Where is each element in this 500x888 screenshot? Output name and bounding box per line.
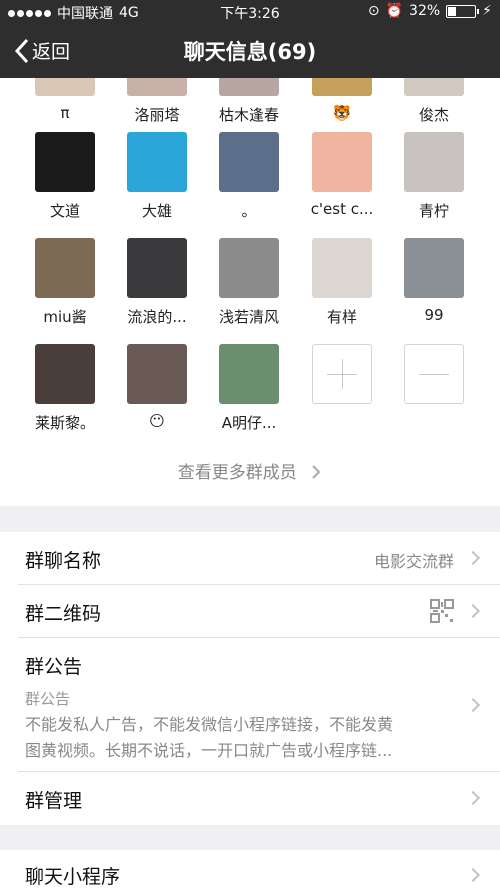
member-item[interactable]: 。 bbox=[203, 132, 295, 221]
member-item[interactable]: 流浪的... bbox=[111, 238, 203, 327]
minus-icon bbox=[404, 344, 464, 404]
chevron-right-icon bbox=[465, 790, 481, 806]
member-name: A明仔... bbox=[221, 414, 277, 432]
group-notice-label: 群公告 bbox=[25, 656, 83, 678]
avatar bbox=[312, 78, 372, 96]
avatar bbox=[35, 132, 95, 192]
group-qr-row[interactable]: 群二维码 bbox=[18, 585, 500, 638]
member-item[interactable]: 😶 bbox=[111, 344, 203, 430]
group-name-row[interactable]: 群聊名称 电影交流群 bbox=[18, 532, 500, 585]
member-name: 洛丽塔 bbox=[134, 106, 180, 124]
battery-fill bbox=[448, 6, 457, 16]
view-more-members-link[interactable]: 查看更多群成员 bbox=[0, 458, 500, 483]
avatar bbox=[312, 132, 372, 192]
member-item[interactable]: 大雄 bbox=[111, 132, 203, 221]
avatar bbox=[219, 238, 279, 298]
member-name: 😶 bbox=[149, 412, 165, 430]
member-name: 🐯 bbox=[332, 104, 352, 122]
chevron-right-icon bbox=[465, 603, 481, 619]
group-settings-section: 群聊名称 电影交流群 群二维码 群公告 群公告 不能发私人广告，不能发微信小程序… bbox=[0, 532, 500, 825]
chevron-right-icon bbox=[465, 697, 481, 713]
group-notice-subtitle: 群公告 bbox=[25, 690, 71, 708]
rotation-lock-icon: ⊙ bbox=[367, 3, 380, 19]
chevron-right-icon bbox=[465, 867, 481, 883]
member-item[interactable]: 🐯 bbox=[296, 78, 388, 122]
member-name: 大雄 bbox=[141, 202, 172, 220]
member-name: c'est c... bbox=[310, 200, 374, 218]
group-notice-line: 不能发私人广告，不能发微信小程序链接，不能发黄 bbox=[25, 715, 394, 734]
member-name: 文道 bbox=[49, 202, 80, 220]
group-name-value: 电影交流群 bbox=[373, 552, 454, 571]
member-item[interactable]: miu酱 bbox=[19, 238, 111, 327]
member-item[interactable]: 枯木逢春 bbox=[203, 78, 295, 125]
charging-icon: ⚡ bbox=[482, 3, 492, 19]
member-item[interactable]: 莱斯黎。 bbox=[19, 344, 111, 433]
mini-program-section: 聊天小程序 bbox=[0, 850, 500, 888]
chevron-right-icon bbox=[465, 550, 481, 566]
member-item[interactable]: 俊杰 bbox=[388, 78, 480, 125]
group-manage-row[interactable]: 群管理 bbox=[18, 772, 500, 825]
alarm-icon: ⏰ bbox=[385, 3, 404, 19]
avatar bbox=[312, 238, 372, 298]
member-name: 有样 bbox=[326, 308, 357, 326]
battery-percent: 32% bbox=[409, 3, 441, 19]
avatar bbox=[404, 132, 464, 192]
status-bar: 中国联通 4G 下午3:26 ⊙ ⏰ 32% ⚡ bbox=[0, 0, 500, 24]
member-item[interactable]: 文道 bbox=[19, 132, 111, 221]
member-item[interactable]: 青柠 bbox=[388, 132, 480, 221]
member-item[interactable]: c'est c... bbox=[296, 132, 388, 218]
group-notice-row[interactable]: 群公告 群公告 不能发私人广告，不能发微信小程序链接，不能发黄 图黄视频。长期不… bbox=[18, 638, 500, 772]
plus-icon bbox=[312, 344, 372, 404]
group-manage-label: 群管理 bbox=[25, 790, 83, 812]
group-name-label: 群聊名称 bbox=[25, 550, 102, 572]
battery-icon bbox=[446, 4, 480, 18]
avatar bbox=[35, 238, 95, 298]
add-member-button[interactable] bbox=[296, 344, 388, 404]
avatar bbox=[404, 238, 464, 298]
member-name: 99 bbox=[424, 306, 444, 324]
page-title: 聊天信息(69) bbox=[183, 40, 317, 64]
avatar bbox=[219, 78, 279, 96]
chevron-right-icon bbox=[312, 465, 321, 479]
member-name: miu酱 bbox=[43, 308, 87, 326]
member-name: 俊杰 bbox=[418, 106, 449, 124]
avatar bbox=[35, 344, 95, 404]
navigation-bar: 返回 聊天信息(69) bbox=[0, 24, 500, 78]
avatar bbox=[127, 344, 187, 404]
member-item[interactable]: π bbox=[19, 78, 111, 122]
remove-member-button[interactable] bbox=[388, 344, 480, 404]
group-notice-line: 图黄视频。长期不说话，一开口就广告或小程序链... bbox=[25, 741, 393, 760]
member-item[interactable]: 有样 bbox=[296, 238, 388, 327]
avatar bbox=[219, 132, 279, 192]
chat-mini-program-row[interactable]: 聊天小程序 bbox=[18, 850, 500, 888]
qr-code-icon bbox=[430, 599, 454, 623]
member-grid: π 洛丽塔 枯木逢春 🐯 俊杰 文道 大雄 。 c'est c... 青柠 mi… bbox=[0, 78, 500, 506]
member-item[interactable]: 99 bbox=[388, 238, 480, 324]
avatar bbox=[127, 78, 187, 96]
avatar bbox=[127, 238, 187, 298]
member-name: 流浪的... bbox=[127, 308, 187, 326]
group-notice-text: 不能发私人广告，不能发微信小程序链接，不能发黄 图黄视频。长期不说话，一开口就广… bbox=[25, 712, 455, 764]
member-name: 青柠 bbox=[418, 202, 449, 220]
avatar bbox=[404, 78, 464, 96]
avatar bbox=[219, 344, 279, 404]
member-item[interactable]: 洛丽塔 bbox=[111, 78, 203, 125]
view-more-label: 查看更多群成员 bbox=[177, 463, 297, 483]
member-item[interactable]: 浅若清风 bbox=[203, 238, 295, 327]
chat-mini-program-label: 聊天小程序 bbox=[25, 866, 121, 888]
group-qr-label: 群二维码 bbox=[25, 603, 102, 625]
member-name: 枯木逢春 bbox=[218, 106, 279, 124]
avatar bbox=[127, 132, 187, 192]
member-name: 浅若清风 bbox=[218, 308, 279, 326]
member-name: π bbox=[60, 104, 70, 122]
member-name: 。 bbox=[241, 202, 257, 220]
member-name: 莱斯黎。 bbox=[34, 414, 95, 432]
member-item[interactable]: A明仔... bbox=[203, 344, 295, 433]
avatar bbox=[35, 78, 95, 96]
